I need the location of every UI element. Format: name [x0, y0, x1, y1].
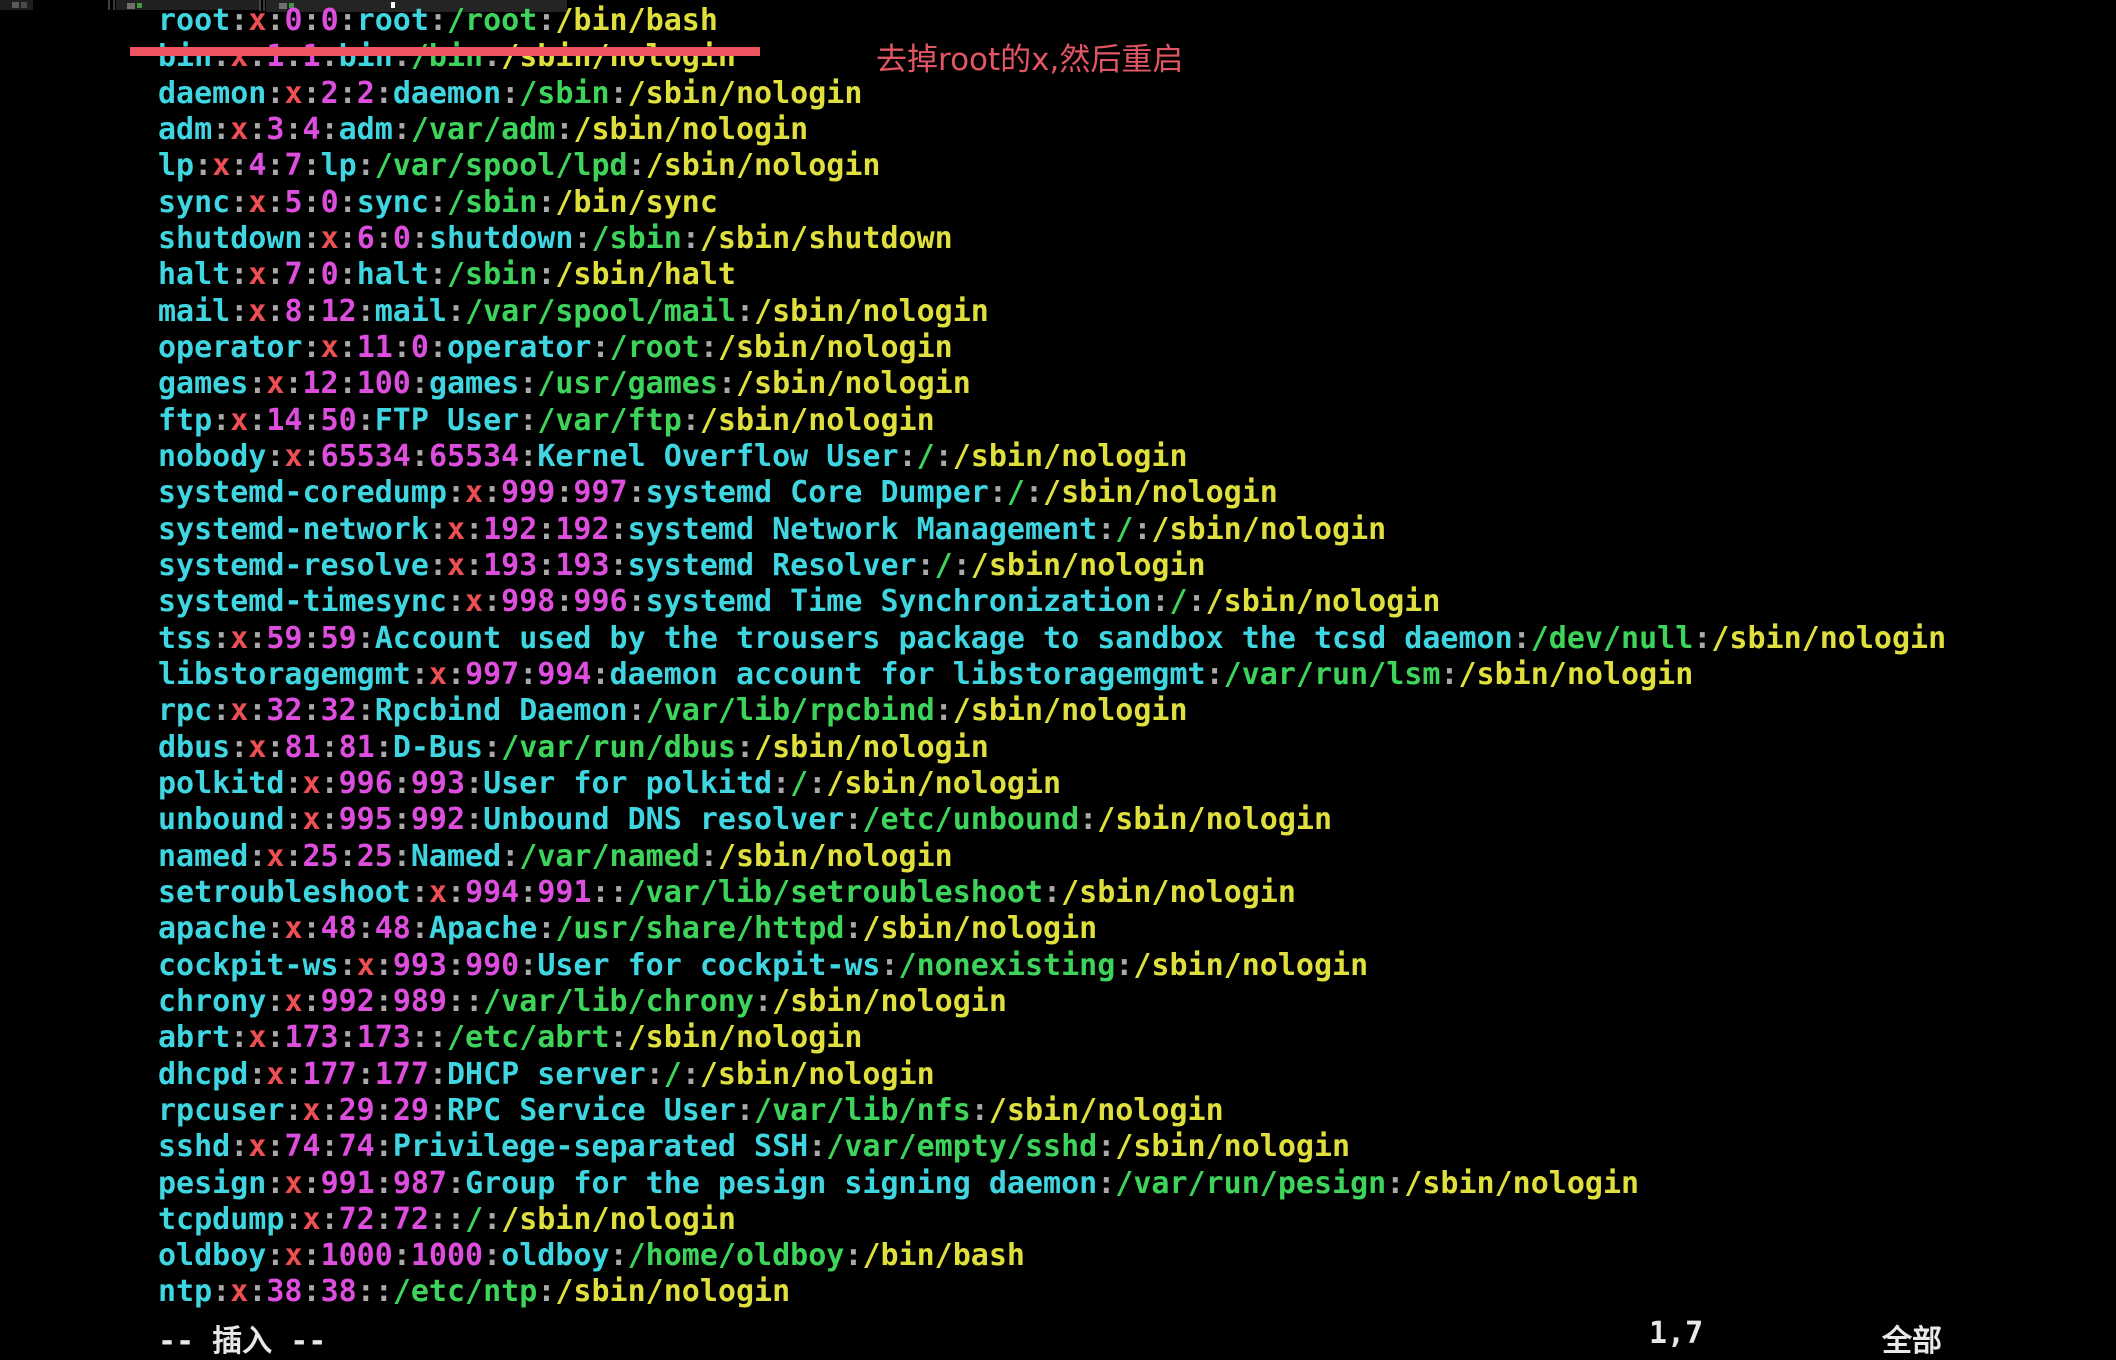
passwd-line: polkitd:x:996:993:User for polkitd:/:/sb…	[158, 766, 1946, 802]
passwd-line: pesign:x:991:987:Group for the pesign si…	[158, 1166, 1946, 1202]
browser-tab-fragment[interactable]	[0, 0, 33, 10]
passwd-line: sshd:x:74:74:Privilege-separated SSH:/va…	[158, 1129, 1946, 1165]
vim-cursor-position: 1,7	[1649, 1316, 1703, 1351]
passwd-line: setroubleshoot:x:994:991::/var/lib/setro…	[158, 875, 1946, 911]
passwd-line: systemd-network:x:192:192:systemd Networ…	[158, 512, 1946, 548]
status-dot-icon	[137, 3, 142, 8]
passwd-line: nobody:x:65534:65534:Kernel Overflow Use…	[158, 439, 1946, 475]
red-note-annotation: 去掉root的x,然后重启	[876, 34, 1183, 79]
passwd-line: systemd-timesync:x:998:996:systemd Time …	[158, 584, 1946, 620]
passwd-line: dhcpd:x:177:177:DHCP server:/:/sbin/nolo…	[158, 1057, 1946, 1093]
tab-separator	[108, 0, 110, 10]
passwd-line: lp:x:4:7:lp:/var/spool/lpd:/sbin/nologin	[158, 148, 1946, 184]
passwd-line: daemon:x:2:2:daemon:/sbin:/sbin/nologin	[158, 76, 1946, 112]
passwd-line: named:x:25:25:Named:/var/named:/sbin/nol…	[158, 839, 1946, 875]
passwd-line: adm:x:3:4:adm:/var/adm:/sbin/nologin	[158, 112, 1946, 148]
passwd-line: systemd-resolve:x:193:193:systemd Resolv…	[158, 548, 1946, 584]
passwd-line: unbound:x:995:992:Unbound DNS resolver:/…	[158, 802, 1946, 838]
vim-insert-mode-indicator: -- 插入 --	[158, 1316, 326, 1360]
passwd-file-content: root:x:0:0:root:/root:/bin/bashbin:x:1:1…	[158, 3, 1946, 1311]
passwd-line: sync:x:5:0:sync:/sbin:/bin/sync	[158, 185, 1946, 221]
passwd-line: chrony:x:992:989::/var/lib/chrony:/sbin/…	[158, 984, 1946, 1020]
passwd-line: mail:x:8:12:mail:/var/spool/mail:/sbin/n…	[158, 294, 1946, 330]
passwd-line: rpcuser:x:29:29:RPC Service User:/var/li…	[158, 1093, 1946, 1129]
passwd-line: abrt:x:173:173::/etc/abrt:/sbin/nologin	[158, 1020, 1946, 1056]
favicon-icon	[127, 3, 135, 9]
passwd-line: rpc:x:32:32:Rpcbind Daemon:/var/lib/rpcb…	[158, 693, 1946, 729]
passwd-line: tss:x:59:59:Account used by the trousers…	[158, 621, 1946, 657]
passwd-line: tcpdump:x:72:72::/:/sbin/nologin	[158, 1202, 1946, 1238]
passwd-line: systemd-coredump:x:999:997:systemd Core …	[158, 475, 1946, 511]
passwd-line: cockpit-ws:x:993:990:User for cockpit-ws…	[158, 948, 1946, 984]
passwd-line: oldboy:x:1000:1000:oldboy:/home/oldboy:/…	[158, 1238, 1946, 1274]
passwd-line: operator:x:11:0:operator:/root:/sbin/nol…	[158, 330, 1946, 366]
passwd-line: shutdown:x:6:0:shutdown:/sbin:/sbin/shut…	[158, 221, 1946, 257]
favicon-icon	[12, 2, 19, 8]
passwd-line: games:x:12:100:games:/usr/games:/sbin/no…	[158, 366, 1946, 402]
favicon-icon	[21, 2, 27, 8]
passwd-line: dbus:x:81:81:D-Bus:/var/run/dbus:/sbin/n…	[158, 730, 1946, 766]
vim-terminal-screen: { "colors": { "background": "#000000", "…	[0, 0, 2116, 1355]
passwd-line: ftp:x:14:50:FTP User:/var/ftp:/sbin/nolo…	[158, 403, 1946, 439]
passwd-line: libstoragemgmt:x:997:994:daemon account …	[158, 657, 1946, 693]
tab-separator	[113, 0, 115, 10]
passwd-line: halt:x:7:0:halt:/sbin:/sbin/halt	[158, 257, 1946, 293]
passwd-line: ntp:x:38:38::/etc/ntp:/sbin/nologin	[158, 1274, 1946, 1310]
vim-scroll-indicator: 全部	[1882, 1316, 1942, 1360]
red-underline-annotation	[130, 47, 760, 56]
passwd-line: apache:x:48:48:Apache:/usr/share/httpd:/…	[158, 911, 1946, 947]
